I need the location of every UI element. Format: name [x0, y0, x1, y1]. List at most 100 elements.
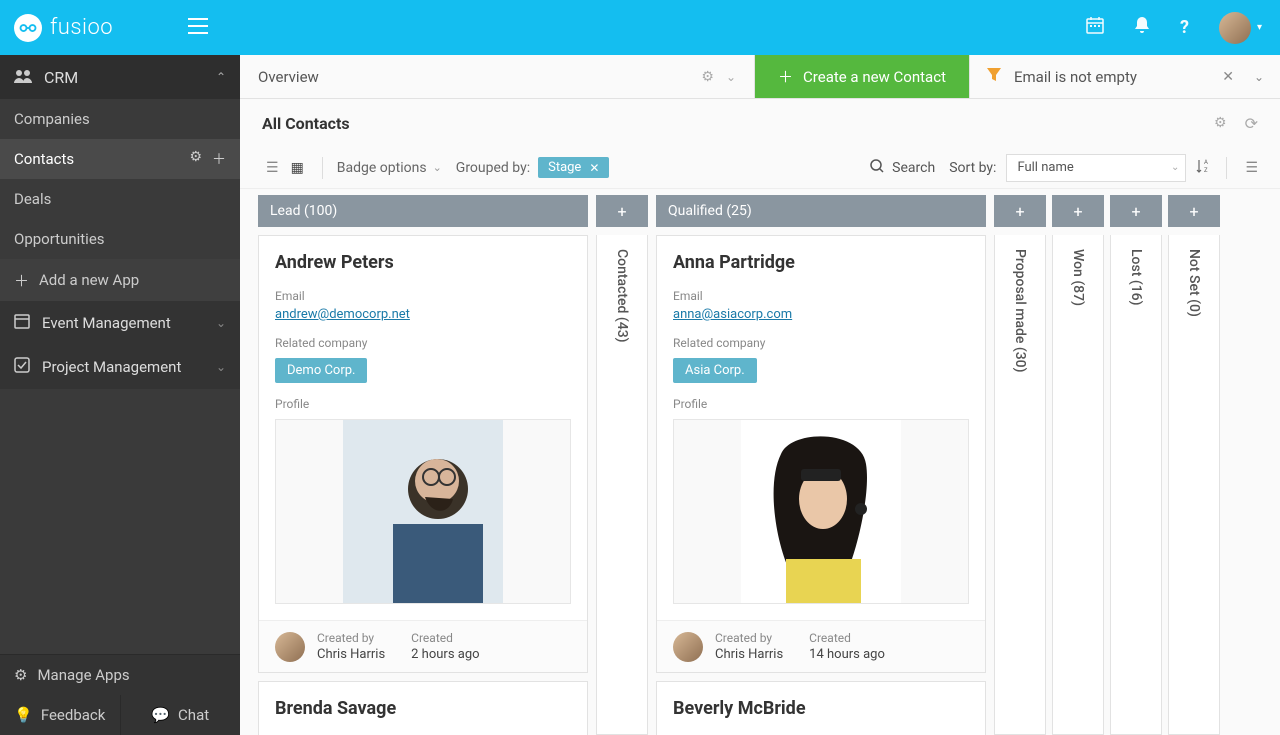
- svg-text:Z: Z: [1204, 167, 1208, 174]
- contact-name: Brenda Savage: [275, 698, 571, 719]
- column-add-button[interactable]: +: [994, 195, 1046, 227]
- calendar-icon[interactable]: [1086, 16, 1104, 39]
- plus-icon: ＋: [14, 270, 29, 291]
- column-won-collapsed[interactable]: + Won (87): [1052, 195, 1104, 735]
- grid-view-icon[interactable]: ▦: [287, 156, 308, 180]
- close-icon[interactable]: ✕: [589, 161, 599, 175]
- tab-overview[interactable]: Overview ⚙ ⌄: [240, 55, 755, 98]
- contact-email-link[interactable]: andrew@democorp.net: [275, 307, 410, 322]
- avatar: [1219, 12, 1251, 44]
- contact-name: Andrew Peters: [275, 252, 571, 273]
- column-proposal-collapsed[interactable]: + Proposal made (30): [994, 195, 1046, 735]
- subheader: Overview ⚙ ⌄ ＋ Create a new Contact Emai…: [240, 55, 1280, 99]
- menu-icon[interactable]: ☰: [1245, 160, 1258, 176]
- sidebar-app-project[interactable]: Project Management ⌄: [0, 345, 240, 389]
- avatar: [673, 632, 703, 662]
- column-contacted-collapsed[interactable]: + Contacted (43): [596, 195, 648, 735]
- profile-image: [275, 419, 571, 604]
- user-menu[interactable]: ▾: [1219, 12, 1262, 44]
- avatar: [275, 632, 305, 662]
- create-contact-button[interactable]: ＋ Create a new Contact: [755, 55, 970, 98]
- plus-icon: ＋: [778, 66, 793, 87]
- topbar: fusioo ? ▾: [0, 0, 1280, 55]
- page-title: All Contacts: [262, 114, 350, 133]
- chevron-down-icon: ⌄: [216, 360, 226, 374]
- close-icon[interactable]: ✕: [1222, 69, 1234, 85]
- sidebar-app-event[interactable]: Event Management ⌄: [0, 301, 240, 345]
- gear-icon: ⚙: [14, 666, 27, 684]
- column-lead: Lead (100) Andrew Peters Email andrew@de…: [258, 195, 588, 735]
- refresh-icon[interactable]: ⟳: [1245, 114, 1258, 133]
- company-tag[interactable]: Demo Corp.: [275, 358, 367, 383]
- calendar-icon: [14, 313, 30, 333]
- gear-icon[interactable]: ⚙: [189, 149, 202, 169]
- list-view-icon[interactable]: ☰: [262, 156, 283, 180]
- group-tag-stage[interactable]: Stage ✕: [538, 157, 609, 178]
- contact-name: Beverly McBride: [673, 698, 969, 719]
- sidebar-item-deals[interactable]: Deals: [0, 179, 240, 219]
- contact-card[interactable]: Beverly McBride: [656, 681, 986, 735]
- chevron-up-icon: ⌃: [216, 70, 226, 84]
- contact-card[interactable]: Anna Partridge Email anna@asiacorp.com R…: [656, 235, 986, 673]
- column-header[interactable]: Lead (100): [258, 195, 588, 227]
- logo-icon: [14, 14, 42, 42]
- sidebar-item-companies[interactable]: Companies: [0, 99, 240, 139]
- view-toggle: ☰ ▦: [262, 156, 308, 180]
- sidebar-add-app[interactable]: ＋ Add a new App: [0, 259, 240, 301]
- bell-icon[interactable]: [1134, 16, 1150, 39]
- chevron-down-icon: ⌄: [433, 161, 442, 174]
- svg-text:A: A: [1204, 159, 1208, 166]
- badge-options[interactable]: Badge options ⌄: [337, 160, 442, 176]
- sort-az-icon[interactable]: AZ: [1196, 158, 1212, 178]
- column-add-button[interactable]: +: [1052, 195, 1104, 227]
- people-icon: [14, 68, 32, 87]
- company-tag[interactable]: Asia Corp.: [673, 358, 757, 383]
- sidebar-crm-label: CRM: [44, 68, 78, 87]
- column-notset-collapsed[interactable]: + Not Set (0): [1168, 195, 1220, 735]
- collapsed-columns: + Proposal made (30) + Won (87) + Lost (…: [994, 195, 1220, 735]
- column-qualified: Qualified (25) Anna Partridge Email anna…: [656, 195, 986, 735]
- profile-image: [673, 419, 969, 604]
- kanban-board: Lead (100) Andrew Peters Email andrew@de…: [240, 189, 1280, 735]
- grouped-by: Grouped by: Stage ✕: [456, 157, 610, 178]
- brand-name: fusioo: [50, 15, 113, 40]
- column-add-button[interactable]: +: [1110, 195, 1162, 227]
- chevron-down-icon[interactable]: ⌄: [1254, 70, 1264, 84]
- help-icon[interactable]: ?: [1180, 17, 1189, 38]
- contact-card[interactable]: Brenda Savage: [258, 681, 588, 735]
- funnel-icon: [986, 67, 1002, 87]
- sidebar-group-crm[interactable]: CRM ⌃: [0, 55, 240, 99]
- chat-icon: 💬: [151, 706, 170, 724]
- hamburger-icon[interactable]: [188, 18, 208, 38]
- gear-icon[interactable]: ⚙: [1214, 115, 1227, 131]
- sidebar-manage-apps[interactable]: ⚙ Manage Apps: [0, 655, 240, 695]
- column-lost-collapsed[interactable]: + Lost (16): [1110, 195, 1162, 735]
- sidebar-item-contacts[interactable]: Contacts ⚙ ＋: [0, 139, 240, 179]
- chevron-down-icon[interactable]: ⌄: [726, 70, 736, 84]
- sidebar: CRM ⌃ Companies Contacts ⚙ ＋ Deals Oppor…: [0, 55, 240, 735]
- sidebar-feedback[interactable]: 💡 Feedback: [0, 695, 121, 735]
- column-header[interactable]: Qualified (25): [656, 195, 986, 227]
- plus-icon[interactable]: ＋: [212, 149, 226, 169]
- bulb-icon: 💡: [14, 706, 33, 724]
- sort-label: Sort by:: [949, 160, 996, 176]
- sidebar-item-opportunities[interactable]: Opportunities: [0, 219, 240, 259]
- checkbox-icon: [14, 357, 30, 377]
- caret-down-icon: ▾: [1257, 22, 1262, 33]
- contact-name: Anna Partridge: [673, 252, 969, 273]
- card-footer: Created by Chris Harris Created 2 hours …: [259, 620, 587, 672]
- filter-pill[interactable]: Email is not empty ✕ ⌄: [970, 55, 1280, 98]
- card-footer: Created by Chris Harris Created 14 hours…: [657, 620, 985, 672]
- chevron-down-icon: ⌄: [1171, 162, 1179, 173]
- contact-card[interactable]: Andrew Peters Email andrew@democorp.net …: [258, 235, 588, 673]
- chevron-down-icon: ⌄: [216, 316, 226, 330]
- contact-email-link[interactable]: anna@asiacorp.com: [673, 307, 792, 322]
- column-add-button[interactable]: +: [596, 195, 648, 227]
- sort-select[interactable]: Full name ⌄: [1006, 154, 1186, 182]
- gear-icon[interactable]: ⚙: [701, 69, 714, 85]
- column-add-button[interactable]: +: [1168, 195, 1220, 227]
- sidebar-chat[interactable]: 💬 Chat: [121, 695, 241, 735]
- logo[interactable]: fusioo: [14, 14, 113, 42]
- search-icon: [870, 159, 884, 177]
- search-button[interactable]: Search: [870, 159, 935, 177]
